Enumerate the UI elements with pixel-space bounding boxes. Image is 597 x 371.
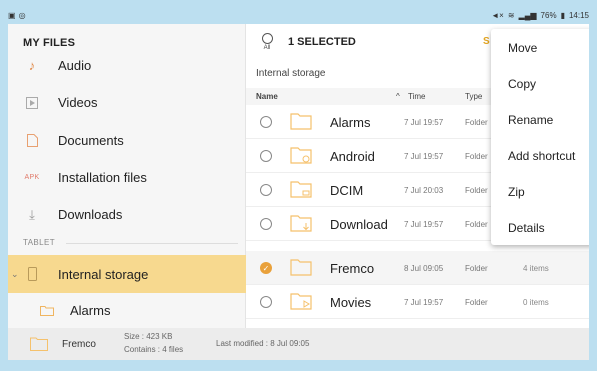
- sync-notification-icon: ◎: [18, 10, 26, 20]
- menu-item-details[interactable]: Details: [508, 221, 545, 235]
- file-name: DCIM: [330, 183, 364, 198]
- status-bar: ▣ ◎ ◄× ≋ ▂▄▆ 76% ▮ 14:15: [8, 8, 589, 22]
- share-button[interactable]: S: [483, 36, 490, 47]
- row-checkbox-checked[interactable]: ✓: [260, 262, 272, 274]
- menu-item-zip[interactable]: Zip: [508, 185, 525, 199]
- file-type: Folder: [465, 264, 488, 273]
- audio-icon: ♪: [28, 57, 36, 73]
- table-row[interactable]: Movies 7 Jul 19:57 Folder 0 items: [246, 285, 589, 319]
- android-folder-icon: [290, 147, 312, 164]
- battery-icon: ▮: [560, 10, 565, 20]
- file-name: Movies: [330, 295, 372, 310]
- detail-contains: Contains : 4 files: [124, 345, 184, 354]
- detail-name: Fremco: [62, 339, 96, 350]
- column-name[interactable]: Name: [256, 92, 278, 101]
- select-all-checkbox[interactable]: All: [250, 33, 284, 51]
- folder-icon: [290, 259, 312, 276]
- menu-item-rename[interactable]: Rename: [508, 113, 553, 127]
- gallery-notification-icon: ▣: [8, 10, 16, 20]
- video-icon: [23, 96, 41, 109]
- file-time: 7 Jul 19:57: [404, 298, 444, 307]
- sidebar-item-downloads[interactable]: ⤓ Downloads: [8, 196, 246, 233]
- file-time: 7 Jul 19:57: [404, 118, 444, 127]
- camera-folder-icon: [290, 181, 312, 198]
- select-all-circle-icon: [261, 33, 273, 44]
- download-folder-icon: [290, 215, 312, 232]
- wifi-icon: ≋: [507, 10, 515, 20]
- sidebar-item-label: Audio: [58, 57, 92, 73]
- status-right: ◄× ≋ ▂▄▆ 76% ▮ 14:15: [491, 11, 589, 20]
- file-type: Folder: [465, 152, 488, 161]
- file-name: Android: [330, 149, 375, 164]
- sidebar-item-label: Alarms: [70, 303, 111, 318]
- detail-modified: Last modified : 8 Jul 09:05: [216, 339, 310, 348]
- file-name: Alarms: [330, 115, 371, 130]
- clock: 14:15: [568, 10, 589, 20]
- status-left: ▣ ◎: [8, 11, 26, 20]
- sidebar-item-videos[interactable]: Videos: [8, 84, 246, 121]
- column-time[interactable]: Time: [408, 92, 425, 101]
- movie-folder-icon: [290, 293, 312, 310]
- menu-item-move[interactable]: Move: [508, 41, 537, 55]
- sidebar-item-installation-files[interactable]: APK Installation files: [8, 159, 246, 196]
- row-checkbox[interactable]: [260, 150, 272, 162]
- sidebar-item-label: Internal storage: [58, 266, 149, 282]
- section-label-tablet: TABLET: [23, 238, 56, 247]
- row-checkbox[interactable]: [260, 184, 272, 196]
- file-time: 7 Jul 19:57: [404, 152, 444, 161]
- sidebar-item-audio[interactable]: ♪ Audio: [8, 47, 246, 83]
- sidebar-item-label: Downloads: [58, 207, 123, 222]
- my-files-app: MY FILES ♪ Audio Videos Documents APK In…: [8, 24, 589, 360]
- file-count: 4 items: [523, 264, 549, 273]
- file-count: 0 items: [523, 298, 549, 307]
- apk-icon: APK: [24, 174, 40, 181]
- download-icon: ⤓: [29, 206, 35, 222]
- phone-icon: [23, 267, 41, 281]
- select-all-label: All: [263, 45, 271, 51]
- mute-icon: ◄×: [491, 10, 504, 20]
- selected-count: 1 SELECTED: [288, 36, 356, 48]
- folder-icon: [290, 113, 312, 130]
- sidebar-item-label: Videos: [58, 95, 98, 110]
- sidebar-item-alarms[interactable]: Alarms: [8, 293, 246, 328]
- breadcrumb[interactable]: Internal storage: [256, 68, 326, 79]
- sidebar: MY FILES ♪ Audio Videos Documents APK In…: [8, 24, 246, 328]
- folder-icon: [38, 305, 56, 316]
- context-menu: Move Copy Rename Add shortcut Zip Detail…: [491, 29, 589, 245]
- chevron-down-icon[interactable]: ⌄: [11, 269, 19, 280]
- sidebar-item-label: Documents: [58, 133, 124, 148]
- row-checkbox[interactable]: [260, 116, 272, 128]
- row-checkbox[interactable]: [260, 218, 272, 230]
- folder-icon: [30, 337, 48, 351]
- sidebar-item-label: Installation files: [58, 170, 147, 185]
- file-time: 7 Jul 19:57: [404, 220, 444, 229]
- file-type: Folder: [465, 298, 488, 307]
- file-type: Folder: [465, 118, 488, 127]
- details-bar: Fremco Size : 423 KB Contains : 4 files …: [8, 328, 589, 360]
- menu-item-copy[interactable]: Copy: [508, 77, 536, 91]
- file-name: Fremco: [330, 261, 375, 276]
- file-type: Folder: [465, 186, 488, 195]
- row-checkbox[interactable]: [260, 296, 272, 308]
- sidebar-item-internal-storage[interactable]: ⌄ Internal storage: [8, 255, 246, 293]
- table-row[interactable]: ✓ Fremco 8 Jul 09:05 Folder 4 items: [246, 251, 589, 285]
- menu-item-add-shortcut[interactable]: Add shortcut: [508, 149, 575, 163]
- sidebar-item-documents[interactable]: Documents: [8, 122, 246, 159]
- detail-size: Size : 423 KB: [124, 332, 173, 341]
- sort-up-icon[interactable]: ^: [396, 92, 400, 101]
- section-divider: [66, 243, 238, 244]
- file-time: 7 Jul 20:03: [404, 186, 444, 195]
- column-type[interactable]: Type: [465, 92, 482, 101]
- file-type: Folder: [465, 220, 488, 229]
- file-time: 8 Jul 09:05: [404, 264, 444, 273]
- signal-icon: ▂▄▆: [518, 10, 537, 20]
- battery-text: 76%: [540, 10, 557, 20]
- file-name: Download: [330, 217, 388, 232]
- document-icon: [23, 134, 41, 147]
